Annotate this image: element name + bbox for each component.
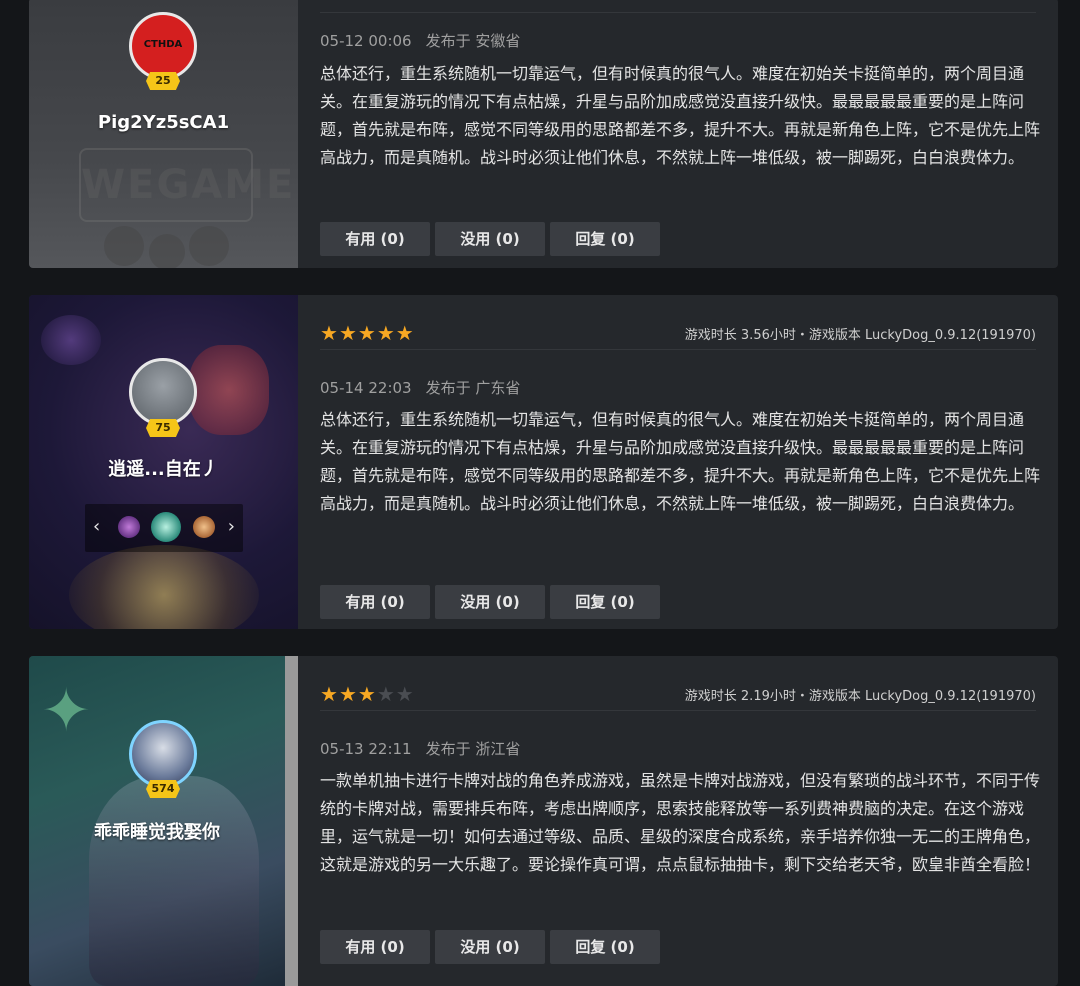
useful-button[interactable]: 有用 (0) <box>320 930 430 964</box>
useful-button[interactable]: 有用 (0) <box>320 222 430 256</box>
user-panel: 75 逍遥...自在丿 ‹ › <box>29 295 298 629</box>
reply-button[interactable]: 回复 (0) <box>550 222 660 256</box>
useless-button[interactable]: 没用 (0) <box>435 222 545 256</box>
useless-button[interactable]: 没用 (0) <box>435 585 545 619</box>
avatar[interactable] <box>129 358 197 426</box>
review-actions: 有用 (0) 没用 (0) 回复 (0) <box>320 222 665 256</box>
star-icon: ★ <box>338 682 357 706</box>
review-date: 05-12 00:06 <box>320 32 412 50</box>
background-art <box>41 315 101 365</box>
rating-row: ★★★★★ 游戏时长 3.56小时・游戏版本 LuckyDog_0.9.12(1… <box>320 317 1036 350</box>
achievement-badge-icon[interactable] <box>193 516 215 538</box>
star-icon: ★ <box>338 321 357 345</box>
star-icon: ★ <box>376 682 395 706</box>
level-badge: 75 <box>146 419 180 437</box>
background-art <box>89 776 259 986</box>
background-art <box>104 226 144 266</box>
review-card: WEGAME CTHDA 25 Pig2Yz5sCA1 05-12 00:06 发… <box>29 0 1058 268</box>
reply-button[interactable]: 回复 (0) <box>550 585 660 619</box>
star-icon: ★ <box>376 321 395 345</box>
review-text: 总体还行，重生系统随机一切靠运气，但有时候真的很气人。难度在初始关卡挺简单的，两… <box>320 64 1041 167</box>
background-art: WEGAME <box>79 148 293 222</box>
review-date-line: 05-13 22:11 发布于 浙江省 <box>320 738 520 759</box>
playtime-version: 游戏时长 2.19小时・游戏版本 LuckyDog_0.9.12(191970) <box>684 689 1036 704</box>
review-date-line: 05-12 00:06 发布于 安徽省 <box>320 30 520 51</box>
useful-button[interactable]: 有用 (0) <box>320 585 430 619</box>
review-text: 总体还行，重生系统随机一切靠运气，但有时候真的很气人。难度在初始关卡挺简单的，两… <box>320 410 1041 513</box>
username[interactable]: 逍遥...自在丿 <box>29 455 298 481</box>
level-badge: 574 <box>146 780 180 798</box>
reply-button[interactable]: 回复 (0) <box>550 930 660 964</box>
star-icon: ★ <box>395 321 414 345</box>
chevron-left-icon[interactable]: ‹ <box>93 516 100 537</box>
achievement-badge-icon[interactable] <box>118 516 140 538</box>
review-content: ★★★★★ 游戏时长 2.19小时・游戏版本 LuckyDog_0.9.12(1… <box>320 656 1040 986</box>
background-art <box>149 234 185 268</box>
star-rating: ★★★★★ <box>320 321 415 345</box>
badge-carousel: ‹ › <box>85 504 243 552</box>
star-icon: ★ <box>395 682 414 706</box>
review-actions: 有用 (0) 没用 (0) 回复 (0) <box>320 930 665 964</box>
useless-button[interactable]: 没用 (0) <box>435 930 545 964</box>
star-icon: ★ <box>320 682 338 706</box>
panel-edge <box>285 656 298 986</box>
review-date: 05-13 22:11 <box>320 740 412 758</box>
review-card: ✦ 574 乖乖睡觉我娶你 ★★★★★ 游戏时长 2.19小时・游戏版本 Luc… <box>29 656 1058 986</box>
background-art <box>189 345 269 435</box>
playtime-version: 游戏时长 3.56小时・游戏版本 LuckyDog_0.9.12(191970) <box>684 328 1036 343</box>
review-text: 一款单机抽卡进行卡牌对战的角色养成游戏，虽然是卡牌对战游戏，但没有繁琐的战斗环节… <box>320 771 1041 874</box>
review-card: 75 逍遥...自在丿 ‹ › ★★★★★ 游戏时长 3.56小时・游戏版本 L… <box>29 295 1058 629</box>
username[interactable]: 乖乖睡觉我娶你 <box>29 818 285 844</box>
review-date: 05-14 22:03 <box>320 379 412 397</box>
username[interactable]: Pig2Yz5sCA1 <box>29 112 298 133</box>
star-icon: ★ <box>320 321 338 345</box>
sparkle-icon: ✦ <box>41 676 92 746</box>
star-icon: ★ <box>357 321 376 345</box>
user-panel: WEGAME CTHDA 25 Pig2Yz5sCA1 <box>29 0 298 268</box>
review-location: 发布于 广东省 <box>425 379 521 397</box>
review-actions: 有用 (0) 没用 (0) 回复 (0) <box>320 585 665 619</box>
background-art <box>69 545 259 629</box>
review-date-line: 05-14 22:03 发布于 广东省 <box>320 377 520 398</box>
star-rating: ★★★★★ <box>320 682 415 706</box>
level-badge: 25 <box>146 72 180 90</box>
avatar[interactable] <box>129 720 197 788</box>
rating-row: ★★★★★ 游戏时长 2.19小时・游戏版本 LuckyDog_0.9.12(1… <box>320 678 1036 711</box>
divider <box>320 12 1036 13</box>
review-content: 05-12 00:06 发布于 安徽省 总体还行，重生系统随机一切靠运气，但有时候… <box>320 0 1040 268</box>
chevron-right-icon[interactable]: › <box>228 516 235 537</box>
avatar[interactable]: CTHDA <box>129 12 197 80</box>
background-art <box>189 226 229 266</box>
achievement-badge-icon[interactable] <box>151 512 181 542</box>
star-icon: ★ <box>357 682 376 706</box>
review-location: 发布于 浙江省 <box>425 740 521 758</box>
review-content: ★★★★★ 游戏时长 3.56小时・游戏版本 LuckyDog_0.9.12(1… <box>320 295 1040 629</box>
user-panel: ✦ 574 乖乖睡觉我娶你 <box>29 656 285 986</box>
review-location: 发布于 安徽省 <box>425 32 521 50</box>
